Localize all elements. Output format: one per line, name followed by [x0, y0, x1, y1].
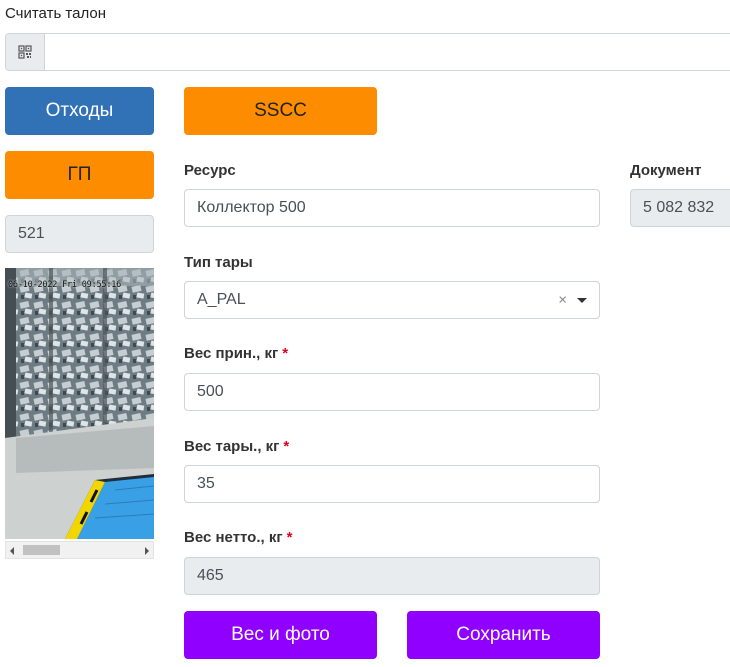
required-asterisk: *	[283, 438, 290, 455]
camera-snapshot: 06-10-2022 Fri 09:55:16	[5, 268, 154, 539]
scan-ticket-group	[5, 33, 730, 71]
net-weight-field: 465	[184, 557, 600, 595]
finished-goods-button[interactable]: ГП	[5, 151, 154, 199]
gross-weight-label: Вес прин., кг *	[184, 345, 288, 362]
counter-field: 521	[5, 215, 154, 253]
tare-weight-label-text: Вес тары., кг	[184, 438, 280, 455]
clear-selection-icon[interactable]: ×	[558, 292, 567, 309]
scan-ticket-input[interactable]	[46, 34, 730, 70]
tare-weight-field[interactable]: 35	[184, 465, 600, 503]
scroll-left-arrow-icon[interactable]	[10, 547, 14, 555]
sscc-button[interactable]: SSCC	[184, 87, 377, 135]
net-weight-label-text: Вес нетто., кг	[184, 529, 283, 546]
warehouse-photo	[5, 268, 154, 539]
camera-timestamp: 06-10-2022 Fri 09:55:16	[8, 280, 122, 290]
snapshot-horizontal-scrollbar[interactable]	[5, 541, 154, 559]
resource-field[interactable]: Коллектор 500	[184, 189, 600, 227]
net-weight-label: Вес нетто., кг *	[184, 529, 292, 546]
qr-scan-button[interactable]	[6, 34, 45, 70]
qr-code-icon	[18, 45, 32, 59]
waste-button[interactable]: Отходы	[5, 87, 154, 135]
tare-type-label: Тип тары	[184, 254, 253, 271]
gross-weight-label-text: Вес прин., кг	[184, 345, 279, 362]
scrollbar-thumb[interactable]	[23, 545, 60, 555]
gross-weight-field[interactable]: 500	[184, 373, 600, 411]
tare-type-select[interactable]: A_PAL ×	[184, 281, 600, 319]
weigh-and-photo-button[interactable]: Вес и фото	[184, 611, 377, 659]
required-asterisk: *	[282, 345, 289, 362]
document-label: Документ	[630, 162, 702, 179]
scroll-right-arrow-icon[interactable]	[145, 547, 149, 555]
tare-weight-label: Вес тары., кг *	[184, 438, 289, 455]
resource-label: Ресурс	[184, 162, 236, 179]
document-field: 5 082 832	[630, 189, 730, 227]
required-asterisk: *	[286, 529, 293, 546]
chevron-down-icon[interactable]	[577, 298, 587, 303]
scan-ticket-label: Считать талон	[5, 5, 107, 22]
tare-type-value: A_PAL	[197, 291, 246, 308]
save-button[interactable]: Сохранить	[407, 611, 600, 659]
